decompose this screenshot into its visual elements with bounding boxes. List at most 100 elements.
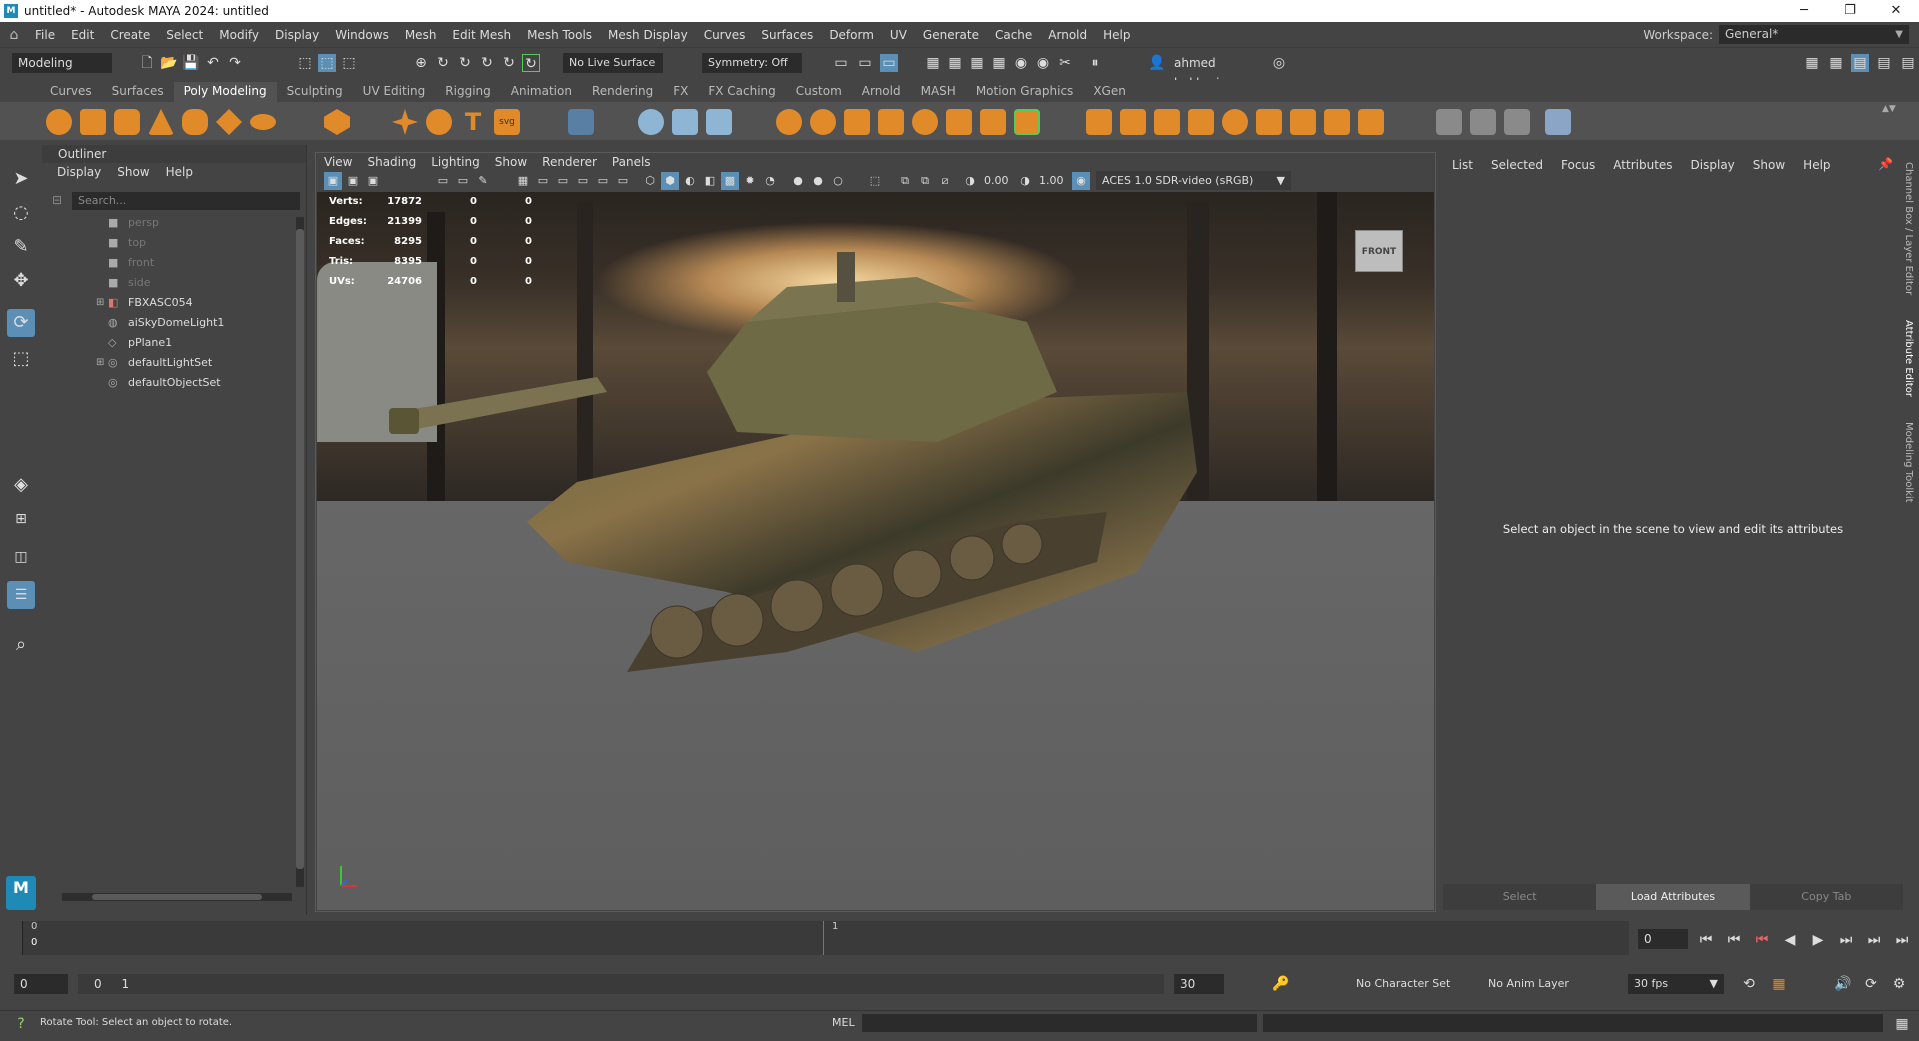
field-chart-icon[interactable]: ▭ [594,172,612,190]
center-pivot-icon[interactable] [638,109,664,135]
select-object-icon[interactable]: ⬚ [318,54,336,72]
four-view-layout-icon[interactable]: ⊞ [7,505,35,533]
help-icon[interactable]: ◎ [1270,54,1288,72]
poly-disc-icon[interactable] [250,114,276,130]
outliner-hscroll-thumb[interactable] [92,894,262,900]
poly-cube-icon[interactable] [80,109,106,135]
sound-icon[interactable]: 🔊 [1834,975,1852,993]
menu-select[interactable]: Select [159,28,212,42]
boolean-icon[interactable] [878,109,904,135]
isolate-select-icon[interactable]: ⬚ [866,172,884,190]
attribute-editor-toggle-icon[interactable]: ▤ [1851,54,1869,72]
live-surface-field[interactable]: No Live Surface [563,53,663,73]
script-language-toggle[interactable]: MEL [832,1016,855,1029]
single-view-layout-icon[interactable]: ◈ [7,471,35,499]
shelf-scroll-icon[interactable]: ▲▼ [1882,104,1896,136]
range-bar[interactable]: 0 1 [78,974,1164,994]
sweep-mesh-icon[interactable] [426,109,452,135]
menu-cache[interactable]: Cache [988,28,1041,42]
gamma-field[interactable]: 1.00 [1039,174,1064,187]
attr-menu-attributes[interactable]: Attributes [1613,152,1672,178]
collapse-icon[interactable] [1324,109,1350,135]
exposure-field[interactable]: 0.00 [984,174,1009,187]
attr-menu-selected[interactable]: Selected [1491,152,1543,178]
outliner-menu-help[interactable]: Help [166,163,193,181]
snap-curve-icon[interactable]: ↻ [434,54,452,72]
open-scene-icon[interactable]: 📂 [160,54,178,72]
auto-key-icon[interactable]: 🔑 [1272,975,1290,993]
select-camera-icon[interactable]: ▣ [324,172,342,190]
tab-modeling-toolkit[interactable]: Modeling Toolkit [1903,422,1914,503]
poly-torus-icon[interactable] [182,109,208,135]
redo-icon[interactable]: ↷ [226,54,244,72]
shelf-tab-sculpting[interactable]: Sculpting [277,82,353,102]
xray-joints-icon[interactable]: ⧄ [936,172,954,190]
end-frame-field[interactable]: 30 [1174,974,1224,994]
snap-point-icon[interactable]: ↻ [456,54,474,72]
snap-live-icon[interactable]: ↻ [522,54,540,72]
shelf-tab-curves[interactable]: Curves [40,82,102,102]
menu-set-dropdown[interactable]: Modeling [12,53,112,73]
command-input[interactable] [862,1014,1257,1032]
start-frame-field[interactable]: 0 [14,974,68,994]
viewport-menu-show[interactable]: Show [495,153,527,171]
ambient-occlusion-icon[interactable]: ◔ [761,172,779,190]
ipr-render-icon[interactable]: ▭ [880,54,898,72]
combine-icon[interactable] [776,109,802,135]
shelf-tab-motion-graphics[interactable]: Motion Graphics [966,82,1084,102]
paint-select-icon[interactable]: ✎ [7,233,35,261]
go-to-start-icon[interactable]: ⏮ [1697,931,1715,949]
fps-dropdown[interactable]: 30 fps ▼ [1628,974,1724,994]
plane-grid-icon[interactable] [568,109,594,135]
arnold-stop-icon[interactable]: ✂ [1056,54,1074,72]
shadows-icon[interactable]: ✹ [741,172,759,190]
layout-icon[interactable]: ▦ [1803,54,1821,72]
anti-aliasing-icon[interactable]: ● [809,172,827,190]
camera-attributes-icon[interactable]: ▣ [344,172,362,190]
shelf-tab-rendering[interactable]: Rendering [582,82,663,102]
render-current-icon[interactable]: ▭ [856,54,874,72]
select-component-icon[interactable]: ⬚ [340,54,358,72]
rotate-tool-icon[interactable]: ⟳ [7,309,35,337]
channel-box-icon[interactable]: ▤ [1899,54,1917,72]
render-view-icon[interactable]: ▦ [924,54,942,72]
construction-history-icon[interactable]: ▭ [832,54,850,72]
type-tool-icon[interactable]: T [460,109,486,135]
shelf-tab-fx[interactable]: FX [663,82,698,102]
attr-menu-help[interactable]: Help [1803,152,1830,178]
grease-pencil-icon[interactable]: ✎ [474,172,492,190]
super-shape-icon[interactable] [392,109,418,135]
search-icon[interactable]: ⌕ [7,631,35,659]
hypershade-icon[interactable]: ▦ [968,54,986,72]
shelf-tab-arnold[interactable]: Arnold [852,82,911,102]
delete-history-icon[interactable] [706,109,732,135]
menu-generate[interactable]: Generate [916,28,988,42]
attr-menu-show[interactable]: Show [1753,152,1785,178]
modeling-toolkit-icon[interactable]: ▦ [1827,54,1845,72]
viewport-menu-view[interactable]: View [324,153,352,171]
view-cube[interactable]: FRONT [1355,230,1403,272]
filter-icon[interactable]: ⊟ [52,193,62,207]
wireframe-on-shaded-icon[interactable]: ◐ [681,172,699,190]
textured-icon[interactable]: ◧ [701,172,719,190]
color-management-icon[interactable]: ◉ [1072,172,1090,190]
maya-m-logo-icon[interactable]: M [6,876,36,910]
select-hierarchy-icon[interactable]: ⬚ [296,54,314,72]
append-icon[interactable] [1188,109,1214,135]
viewport-menu-renderer[interactable]: Renderer [542,153,597,171]
offset-edge-loop-icon[interactable] [1504,109,1530,135]
menu-mesh-tools[interactable]: Mesh Tools [520,28,601,42]
timeline-track[interactable]: 0 0 1 [22,921,1629,955]
go-to-end-icon[interactable]: ⏭ [1893,931,1911,949]
menu-edit[interactable]: Edit [64,28,103,42]
remesh-icon[interactable] [1014,109,1040,135]
anim-layer-dropdown[interactable]: No Anim Layer [1482,974,1582,994]
outliner-menu-display[interactable]: Display [57,163,101,181]
smooth-icon[interactable] [912,109,938,135]
reduce-icon[interactable] [946,109,972,135]
image-plane-icon[interactable]: ▭ [434,172,452,190]
step-back-frame-icon[interactable]: ⏮ [1753,931,1771,949]
insert-edge-loop-icon[interactable] [1470,109,1496,135]
select-button[interactable]: Select [1443,884,1597,910]
svg-tool-icon[interactable]: svg [494,109,520,135]
